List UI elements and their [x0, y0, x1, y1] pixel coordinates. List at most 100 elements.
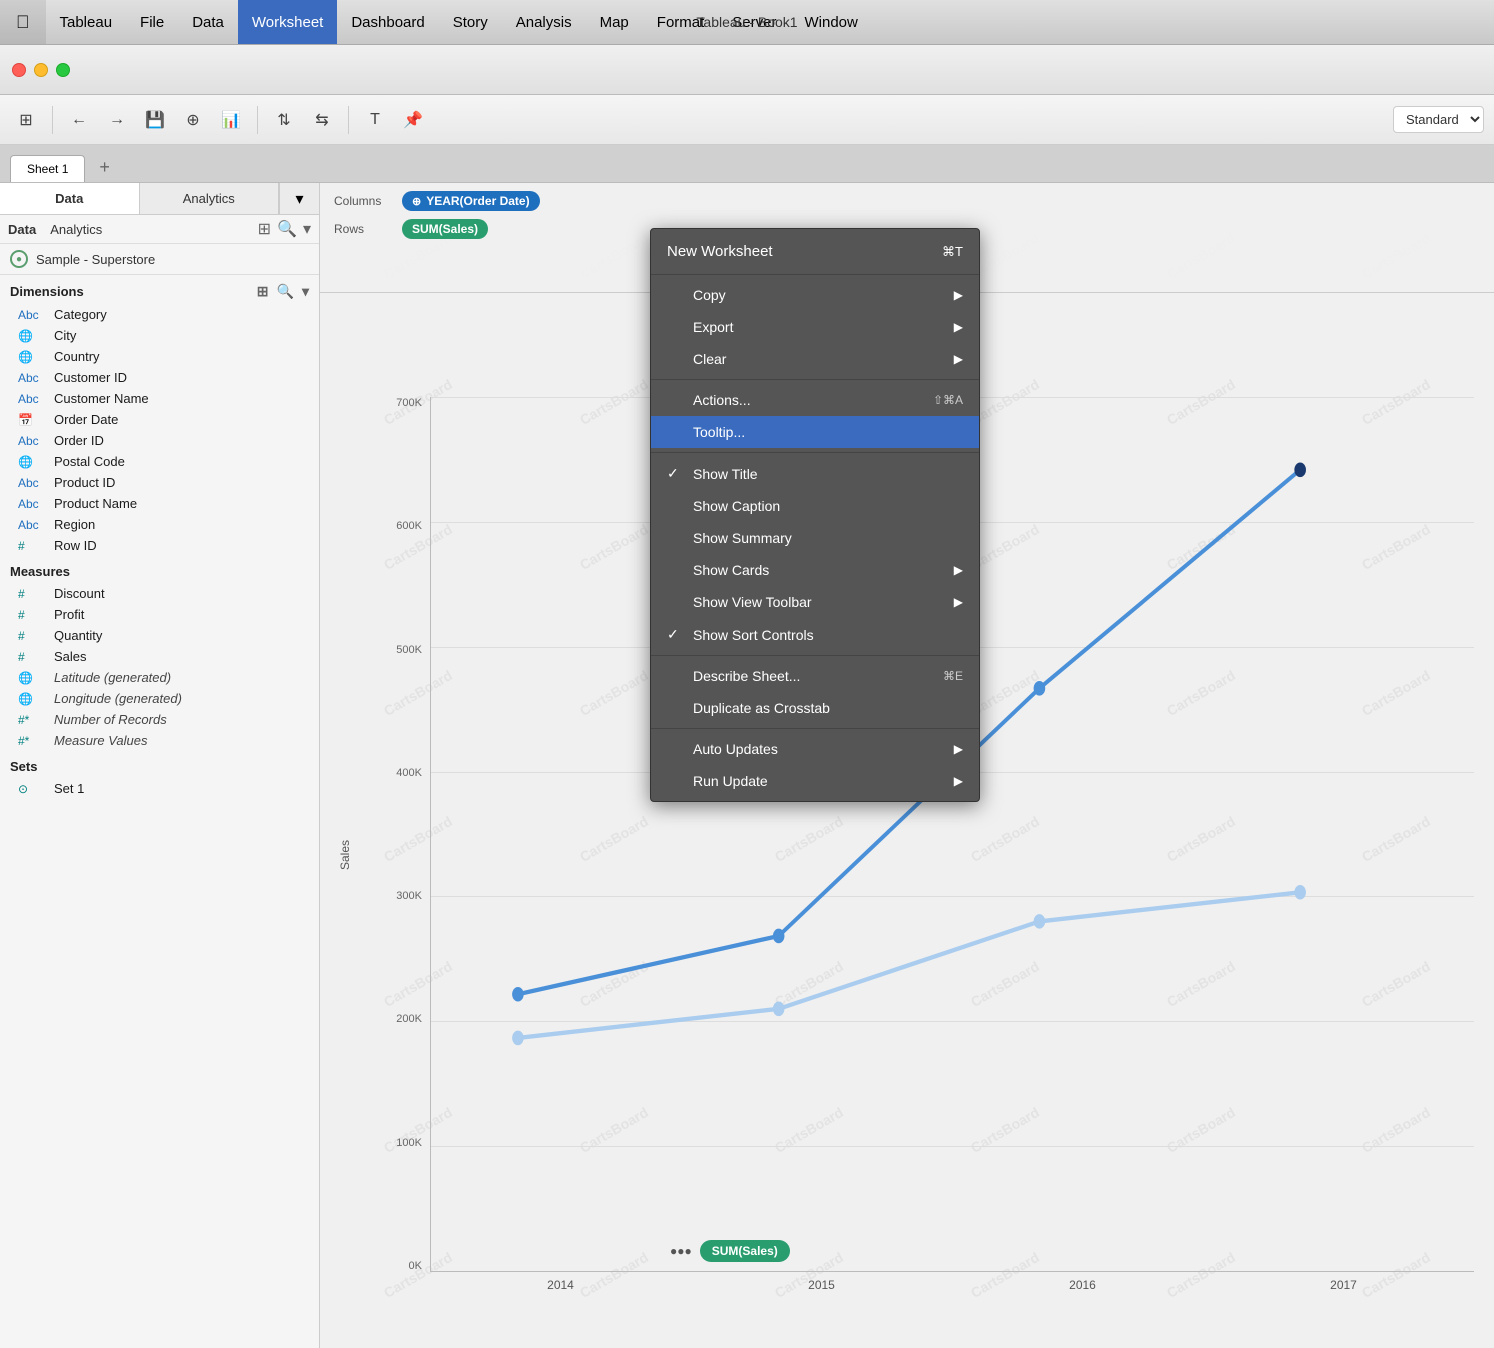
menu-show-caption[interactable]: Show Caption [651, 490, 979, 522]
menu-actions[interactable]: Actions... ⇧⌘A [651, 384, 979, 416]
datapoint-4 [1294, 463, 1306, 478]
field-quantity[interactable]: # Quantity [0, 625, 319, 646]
apple-menu[interactable]:  [0, 0, 46, 44]
menu-bar:  Tableau File Data Worksheet Dashboard … [0, 0, 1494, 45]
menu-show-view-toolbar[interactable]: Show View Toolbar ▶ [651, 586, 979, 618]
field-region[interactable]: Abc Region [0, 514, 319, 535]
menu-story[interactable]: Story [439, 0, 502, 44]
field-label-numrec: Number of Records [54, 712, 167, 727]
pin-icon[interactable]: 📌 [397, 104, 429, 136]
menu-au-label: Auto Updates [693, 741, 778, 757]
marks-pill[interactable]: SUM(Sales) [700, 1240, 790, 1262]
minimize-button[interactable] [34, 63, 48, 77]
menu-data[interactable]: Data [178, 0, 238, 44]
field-postal-code[interactable]: 🌐 Postal Code [0, 451, 319, 472]
datasource-name[interactable]: Sample - Superstore [36, 252, 155, 267]
field-measure-values[interactable]: #* Measure Values [0, 730, 319, 751]
menu-map[interactable]: Map [586, 0, 643, 44]
main-layout: Data Analytics ▾ Data Analytics ⊞ 🔍 ▾ ● … [0, 183, 1494, 1348]
field-discount[interactable]: # Discount [0, 583, 319, 604]
sidebar-analytics-label: Analytics [50, 222, 102, 237]
tab-bar: Sheet 1 + [0, 145, 1494, 183]
add-sheet-button[interactable]: + [89, 153, 120, 182]
measures-label: Measures [10, 564, 70, 579]
toolbar-sep-1 [52, 106, 53, 134]
field-num-records[interactable]: #* Number of Records [0, 709, 319, 730]
sidebar-tab-analytics[interactable]: Analytics [140, 183, 280, 214]
field-type-icon-country: 🌐 [18, 350, 46, 364]
back-icon[interactable]: ← [63, 104, 95, 136]
menu-run-update[interactable]: Run Update ▶ [651, 765, 979, 797]
menu-show-summary[interactable]: Show Summary [651, 522, 979, 554]
field-customer-name[interactable]: Abc Customer Name [0, 388, 319, 409]
menu-worksheet[interactable]: Worksheet [238, 0, 337, 44]
menu-dashboard[interactable]: Dashboard [337, 0, 438, 44]
save-icon[interactable]: 💾 [139, 104, 171, 136]
y-label-0k: 0K [409, 1260, 422, 1272]
field-label-orderdate: Order Date [54, 412, 118, 427]
rows-pill[interactable]: SUM(Sales) [402, 219, 488, 239]
field-sales[interactable]: # Sales [0, 646, 319, 667]
maximize-button[interactable] [56, 63, 70, 77]
add-datasource-icon[interactable]: ⊕ [177, 104, 209, 136]
columns-pill-value: YEAR(Order Date) [426, 194, 529, 208]
field-country[interactable]: 🌐 Country [0, 346, 319, 367]
menu-auto-updates[interactable]: Auto Updates ▶ [651, 733, 979, 765]
menu-new-worksheet[interactable]: New Worksheet ⌘T [651, 233, 979, 270]
menu-tooltip[interactable]: Tooltip... [651, 416, 979, 448]
menu-export[interactable]: Export ▶ [651, 311, 979, 343]
toolbar-sep-3 [348, 106, 349, 134]
menu-clear[interactable]: Clear ▶ [651, 343, 979, 375]
field-product-id[interactable]: Abc Product ID [0, 472, 319, 493]
field-latitude[interactable]: 🌐 Latitude (generated) [0, 667, 319, 688]
sort-desc-icon[interactable]: ⇆ [306, 104, 338, 136]
menu-tableau[interactable]: Tableau [46, 0, 127, 44]
dimensions-grid-icon[interactable]: ⊞ [257, 283, 269, 300]
title-bar [0, 45, 1494, 95]
data-icon[interactable]: 📊 [215, 104, 247, 136]
field-order-id[interactable]: Abc Order ID [0, 430, 319, 451]
menu-show-title[interactable]: ✓ Show Title [651, 457, 979, 490]
menu-copy[interactable]: Copy ▶ [651, 279, 979, 311]
menu-file[interactable]: File [126, 0, 178, 44]
field-set1[interactable]: ⊙ Set 1 [0, 778, 319, 799]
field-customer-id[interactable]: Abc Customer ID [0, 367, 319, 388]
field-product-name[interactable]: Abc Product Name [0, 493, 319, 514]
dimensions-search-icon[interactable]: 🔍 [277, 283, 294, 300]
menu-window[interactable]: Window [790, 0, 871, 44]
tab-sheet1[interactable]: Sheet 1 [10, 155, 85, 182]
sidebar-data-label: Data [8, 222, 36, 237]
close-button[interactable] [12, 63, 26, 77]
sidebar-dropdown-icon[interactable]: ▾ [303, 219, 311, 239]
menu-duplicate-crosstab[interactable]: Duplicate as Crosstab [651, 692, 979, 724]
menu-describe-sheet[interactable]: Describe Sheet... ⌘E [651, 660, 979, 692]
field-order-date[interactable]: 📅 Order Date [0, 409, 319, 430]
view-select[interactable]: Standard [1393, 106, 1484, 133]
forward-icon[interactable]: → [101, 104, 133, 136]
columns-label: Columns [334, 194, 394, 208]
columns-pill[interactable]: ⊕ YEAR(Order Date) [402, 191, 540, 211]
text-icon[interactable]: T [359, 104, 391, 136]
menu-show-sort-controls[interactable]: ✓ Show Sort Controls [651, 618, 979, 651]
field-city[interactable]: 🌐 City [0, 325, 319, 346]
sidebar-grid-icon[interactable]: ⊞ [258, 219, 271, 239]
sidebar-search-icon[interactable]: 🔍 [277, 219, 297, 239]
menu-dup-label: Duplicate as Crosstab [693, 700, 830, 716]
sidebar-tab-dropdown[interactable]: ▾ [279, 183, 319, 214]
dimensions-chevron-icon[interactable]: ▾ [302, 283, 309, 300]
divider-2 [651, 379, 979, 380]
sidebar-tab-data[interactable]: Data [0, 183, 140, 214]
menu-new-worksheet-label: New Worksheet [667, 243, 773, 260]
field-longitude[interactable]: 🌐 Longitude (generated) [0, 688, 319, 709]
field-profit[interactable]: # Profit [0, 604, 319, 625]
grid-icon[interactable]: ⊞ [10, 104, 42, 136]
field-label-lat: Latitude (generated) [54, 670, 171, 685]
menu-analysis[interactable]: Analysis [502, 0, 586, 44]
menu-show-cards[interactable]: Show Cards ▶ [651, 554, 979, 586]
field-label-productid: Product ID [54, 475, 115, 490]
sort-asc-icon[interactable]: ⇅ [268, 104, 300, 136]
field-type-icon-category: Abc [18, 308, 46, 322]
field-row-id[interactable]: # Row ID [0, 535, 319, 556]
sidebar-tabs: Data Analytics ▾ [0, 183, 319, 215]
field-category[interactable]: Abc Category [0, 304, 319, 325]
